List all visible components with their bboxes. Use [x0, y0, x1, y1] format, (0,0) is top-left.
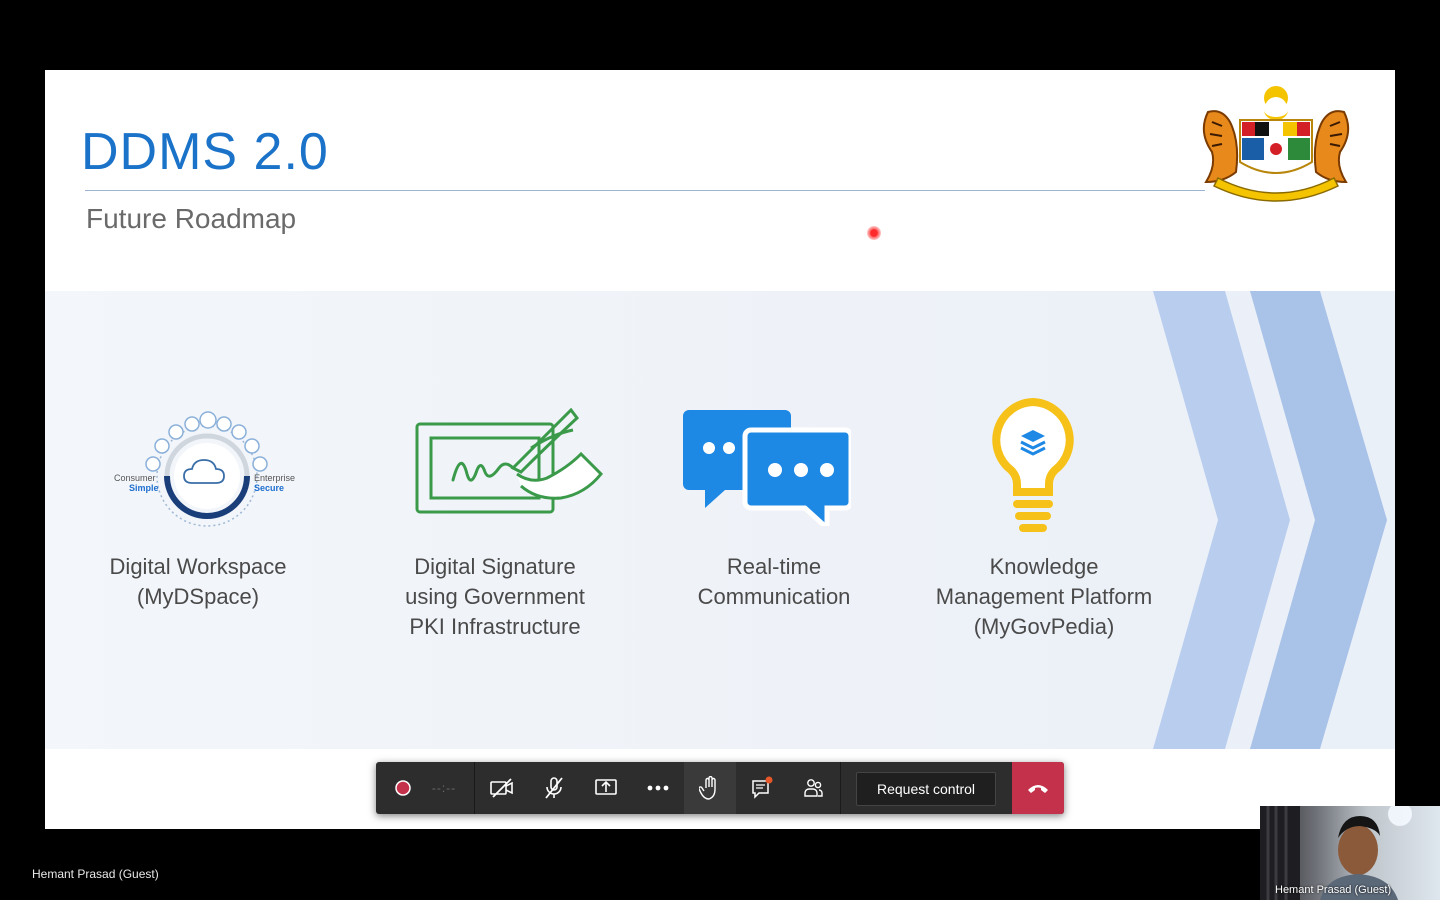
- video-participant-name: Hemant Prasad (Guest): [1275, 884, 1392, 896]
- chat-icon: [752, 776, 773, 799]
- slide-title: DDMS 2.0: [81, 123, 329, 181]
- title-divider: [85, 190, 1205, 191]
- secure-text: Secure: [254, 483, 284, 493]
- signature-pen-icon: [415, 408, 604, 514]
- participant-video-tile[interactable]: Hemant Prasad (Guest): [1260, 806, 1440, 900]
- chevron-arrows-icon: [1153, 291, 1387, 749]
- hang-up-icon: [1028, 785, 1048, 793]
- record-icon: [395, 780, 411, 796]
- laser-pointer: [867, 226, 881, 240]
- share-screen-icon: [595, 779, 617, 795]
- record-timer: --:--: [431, 781, 457, 795]
- enterprise-text: Enterprise: [254, 473, 295, 483]
- item-label-workspace: Digital Workspace (MyDSpace): [109, 554, 287, 609]
- record-button[interactable]: --:--: [376, 762, 474, 814]
- malaysia-coat-of-arms-icon: [1202, 86, 1350, 202]
- more-icon: [647, 785, 669, 791]
- request-control-button[interactable]: Request control: [856, 772, 996, 806]
- more-options-button[interactable]: [632, 762, 684, 814]
- mic-off-icon: [545, 777, 563, 799]
- item-label-signature: Digital Signature using Government PKI I…: [405, 554, 585, 639]
- meeting-toolbar: --:-- Request control: [376, 762, 1064, 814]
- consumer-text: Consumer: [114, 473, 156, 483]
- raise-hand-icon: [699, 776, 716, 800]
- shared-slide: DDMS 2.0 Future Roadmap Consumer Simple …: [45, 70, 1395, 829]
- chat-bubbles-icon: [683, 410, 851, 526]
- slide-subtitle: Future Roadmap: [86, 203, 297, 234]
- participants-button[interactable]: [788, 762, 840, 814]
- lightbulb-icon: [992, 397, 1074, 532]
- share-screen-button[interactable]: [580, 762, 632, 814]
- mic-toggle-button[interactable]: [528, 762, 580, 814]
- item-label-knowledge: Knowledge Management Platform (MyGovPedi…: [935, 554, 1153, 639]
- participants-icon: [804, 779, 823, 797]
- camera-toggle-button[interactable]: [476, 762, 528, 814]
- raise-hand-button[interactable]: [684, 762, 736, 814]
- item-label-communication: Real-time Communication: [697, 554, 851, 609]
- workspace-cloud-icon: Consumer Simple Enterprise Secure: [114, 411, 295, 527]
- chat-button[interactable]: [736, 762, 788, 814]
- camera-off-icon: [490, 778, 513, 798]
- hang-up-button[interactable]: [1012, 762, 1064, 814]
- simple-text: Simple: [129, 483, 159, 493]
- presenter-name: Hemant Prasad (Guest): [32, 867, 159, 881]
